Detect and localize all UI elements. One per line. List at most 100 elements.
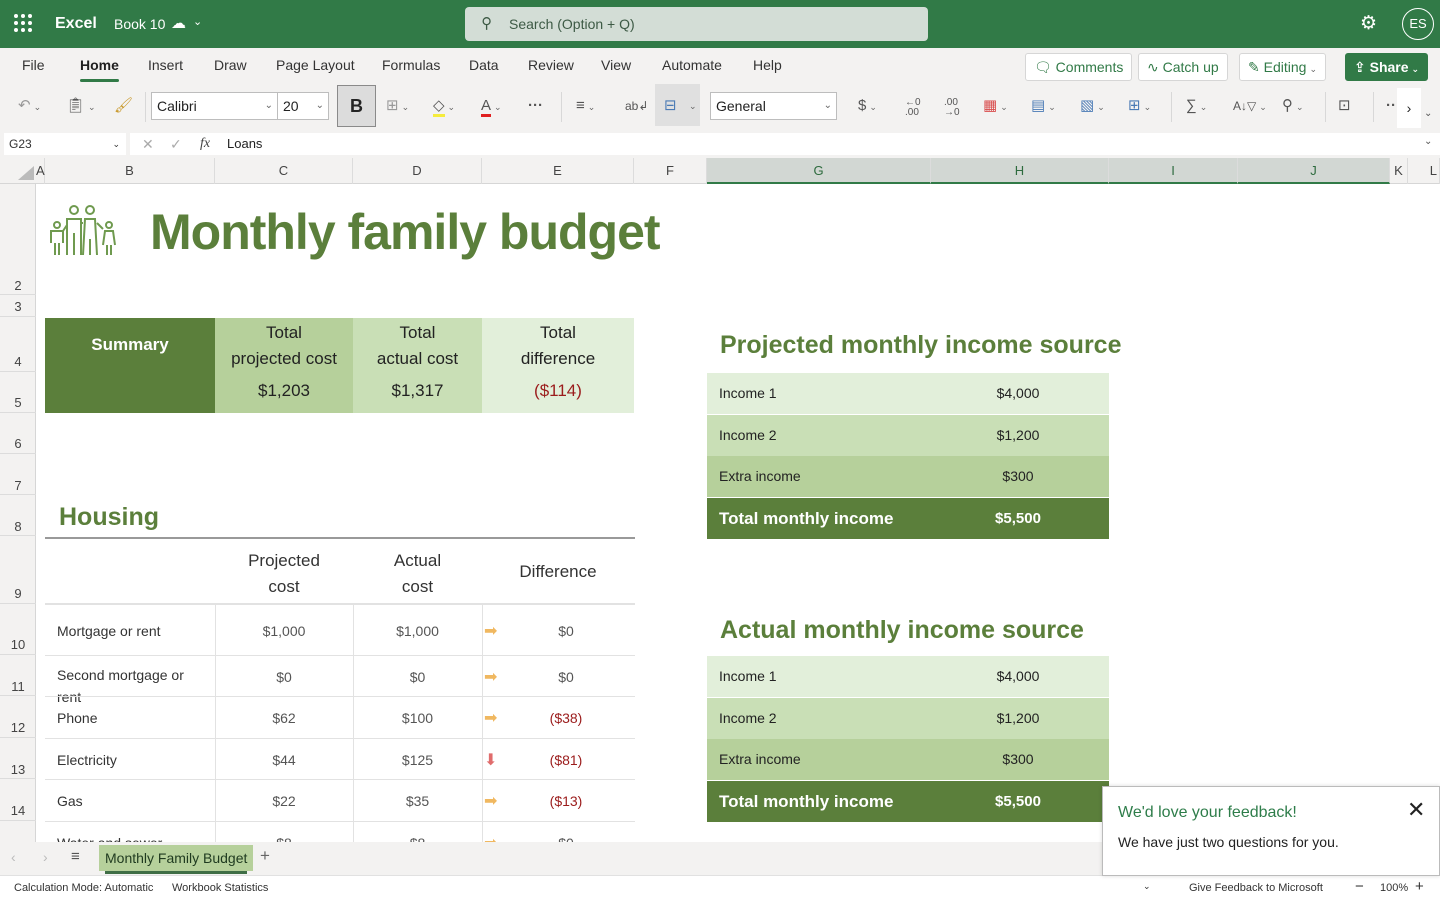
tab-page-layout[interactable]: Page Layout	[276, 57, 355, 73]
undo-button[interactable]: ↶ ⌄	[18, 94, 41, 118]
sheet-tab-monthly-family-budget[interactable]: Monthly Family Budget	[99, 845, 254, 874]
budget-title[interactable]: Monthly family budget	[150, 203, 661, 261]
fill-color-button[interactable]: ◇ ⌄	[433, 94, 455, 118]
row-header[interactable]: 9	[0, 536, 36, 604]
catch-up-button[interactable]: ∿ Catch up	[1138, 53, 1228, 81]
bold-button[interactable]: B	[337, 85, 376, 127]
summary-projected-cell[interactable]: Total projected cost $1,203	[215, 318, 353, 413]
search-input[interactable]: ⚲ Search (Option + Q)	[465, 7, 928, 41]
expense-name[interactable]: Mortgage or rent	[57, 623, 161, 639]
borders-button[interactable]: ⊞ ⌄	[386, 94, 409, 118]
difference-value[interactable]: ($38)	[505, 710, 627, 726]
expense-name[interactable]: Phone	[57, 710, 97, 726]
row-header[interactable]: 7	[0, 454, 36, 495]
actual-cost[interactable]: $35	[353, 793, 482, 809]
summary-actual-cell[interactable]: Total actual cost $1,317	[353, 318, 482, 413]
gear-icon[interactable]: ⚙	[1360, 12, 1377, 35]
row-header[interactable]: 10	[0, 604, 36, 655]
projected-cost[interactable]: $62	[215, 710, 353, 726]
give-feedback-link[interactable]: Give Feedback to Microsoft	[1189, 882, 1323, 894]
close-icon[interactable]: ✕	[1407, 797, 1425, 823]
next-sheet-icon[interactable]: ›	[43, 849, 48, 865]
font-color-button[interactable]: A ⌄	[481, 94, 502, 118]
find-button[interactable]: ⚲ ⌄	[1282, 94, 1304, 118]
difference-value[interactable]: ($13)	[505, 793, 627, 809]
number-format-select[interactable]: General ⌄	[710, 92, 837, 120]
income-row[interactable]: Income 2 $1,200	[707, 697, 1109, 739]
column-header[interactable]: G	[707, 158, 931, 184]
row-header[interactable]: 5	[0, 372, 36, 413]
housing-header-actual[interactable]: Actual cost	[353, 548, 482, 600]
select-all-icon[interactable]	[18, 166, 34, 180]
paste-button[interactable]: 📋︎ ⌄	[66, 94, 96, 118]
analyze-data-icon[interactable]: ⊡	[1338, 94, 1351, 118]
column-header[interactable]: B	[45, 158, 215, 184]
actual-cost[interactable]: $100	[353, 710, 482, 726]
row-header[interactable]: 4	[0, 317, 36, 372]
column-header[interactable]: L	[1408, 158, 1440, 184]
row-header[interactable]: 11	[0, 655, 36, 696]
expand-ribbon-icon[interactable]: ⌄	[1424, 108, 1432, 119]
expense-name[interactable]: Electricity	[57, 752, 117, 768]
tab-draw[interactable]: Draw	[214, 57, 247, 73]
row-header[interactable]: 2	[0, 184, 36, 295]
expense-name[interactable]: Second mortgage or rent	[57, 664, 207, 708]
actual-cost[interactable]: $125	[353, 752, 482, 768]
income-row[interactable]: Income 1 $4,000	[707, 656, 1109, 697]
format-as-table-button[interactable]: ▤ ⌄	[1031, 94, 1056, 118]
difference-value[interactable]: ($81)	[505, 752, 627, 768]
row-header[interactable]: 14	[0, 779, 36, 821]
housing-header-projected[interactable]: Projected cost	[215, 548, 353, 600]
difference-value[interactable]: $0	[505, 835, 627, 843]
expand-formula-bar-icon[interactable]: ⌄	[1424, 136, 1432, 147]
function-icon[interactable]: fx	[200, 133, 210, 155]
conditional-formatting-button[interactable]: ▦ ⌄	[983, 94, 1008, 118]
tab-automate[interactable]: Automate	[662, 57, 722, 73]
projected-cost[interactable]: $1,000	[215, 623, 353, 639]
increase-decimal-icon[interactable]: ←0.00	[905, 98, 921, 122]
wrap-text-icon[interactable]: ab↲	[625, 94, 648, 118]
income-total-row[interactable]: Total monthly income $5,500	[707, 780, 1109, 822]
income-row[interactable]: Extra income $300	[707, 739, 1109, 780]
tab-review[interactable]: Review	[528, 57, 574, 73]
zoom-level[interactable]: 100%	[1380, 882, 1408, 894]
currency-button[interactable]: $ ⌄	[858, 94, 877, 118]
editing-mode-button[interactable]: ✎ Editing ⌄	[1239, 53, 1326, 81]
more-options-icon[interactable]: ···	[528, 94, 543, 118]
ribbon-scroll-right-icon[interactable]: ›	[1397, 88, 1421, 128]
app-launcher-icon[interactable]	[14, 14, 32, 32]
merge-center-button[interactable]: ⊟ ⌄	[655, 84, 700, 126]
income-row[interactable]: Income 2 $1,200	[707, 414, 1109, 456]
share-button[interactable]: ⇪ Share ⌄	[1345, 53, 1429, 81]
row-header[interactable]: 12	[0, 696, 36, 738]
projected-cost[interactable]: $8	[215, 835, 353, 843]
projected-cost[interactable]: $44	[215, 752, 353, 768]
zoom-out-icon[interactable]: −	[1355, 878, 1364, 895]
column-header[interactable]: I	[1109, 158, 1238, 184]
income-total-row[interactable]: Total monthly income $5,500	[707, 497, 1109, 539]
font-name-select[interactable]: Calibri ⌄	[151, 92, 278, 120]
more-commands-icon[interactable]: ··	[1386, 94, 1396, 118]
tab-view[interactable]: View	[601, 57, 631, 73]
expense-name[interactable]: Water and sewer	[57, 835, 162, 843]
all-sheets-menu-icon[interactable]: ≡	[71, 848, 80, 865]
summary-difference-cell[interactable]: Total difference ($114)	[482, 318, 634, 413]
actual-cost[interactable]: $8	[353, 835, 482, 843]
confirm-icon[interactable]: ✓	[170, 133, 182, 155]
name-box[interactable]: G23 ⌄	[4, 133, 126, 155]
tab-insert[interactable]: Insert	[148, 57, 183, 73]
sort-filter-button[interactable]: A↓▽ ⌄	[1233, 94, 1267, 118]
expense-name[interactable]: Gas	[57, 793, 83, 809]
column-header[interactable]: C	[215, 158, 353, 184]
insert-cells-button[interactable]: ⊞ ⌄	[1128, 94, 1151, 118]
actual-income-title[interactable]: Actual monthly income source	[720, 616, 1084, 645]
housing-header-difference[interactable]: Difference	[482, 562, 634, 582]
align-button[interactable]: ≡ ⌄	[576, 94, 595, 118]
projected-cost[interactable]: $22	[215, 793, 353, 809]
decrease-decimal-icon[interactable]: .00 →0	[944, 98, 960, 122]
column-header[interactable]: A	[36, 158, 45, 184]
difference-value[interactable]: $0	[505, 623, 627, 639]
difference-value[interactable]: $0	[505, 669, 627, 685]
autosum-button[interactable]: ∑ ⌄	[1186, 94, 1207, 118]
summary-label[interactable]: Summary	[45, 318, 215, 413]
